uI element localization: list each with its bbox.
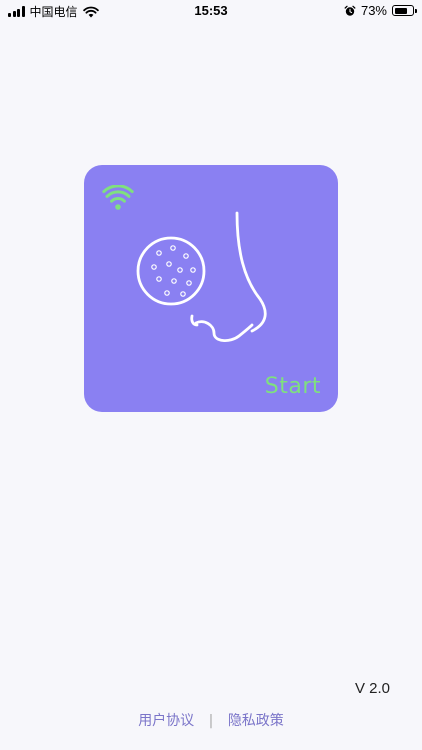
start-label: Start — [264, 374, 321, 399]
magnifier-pores-icon — [136, 236, 206, 306]
status-bar: 中国电信 15:53 73% — [0, 0, 422, 22]
alarm-icon — [344, 5, 356, 16]
battery-icon — [392, 5, 417, 16]
version-label: V 2.0 — [354, 680, 390, 697]
status-right: 73% — [344, 3, 417, 18]
start-card[interactable]: Start — [84, 165, 338, 412]
battery-tip — [414, 9, 417, 13]
skin-scan-illustration — [136, 211, 267, 342]
battery-fill — [394, 7, 407, 14]
footer-links: 用户协议 | 隐私政策 — [0, 710, 422, 730]
battery-percent: 73% — [360, 3, 387, 18]
privacy-policy-link[interactable]: 隐私政策 — [228, 710, 284, 730]
user-agreement-link[interactable]: 用户协议 — [138, 710, 194, 730]
wifi-icon — [102, 185, 134, 210]
footer-separator: | — [208, 713, 214, 729]
